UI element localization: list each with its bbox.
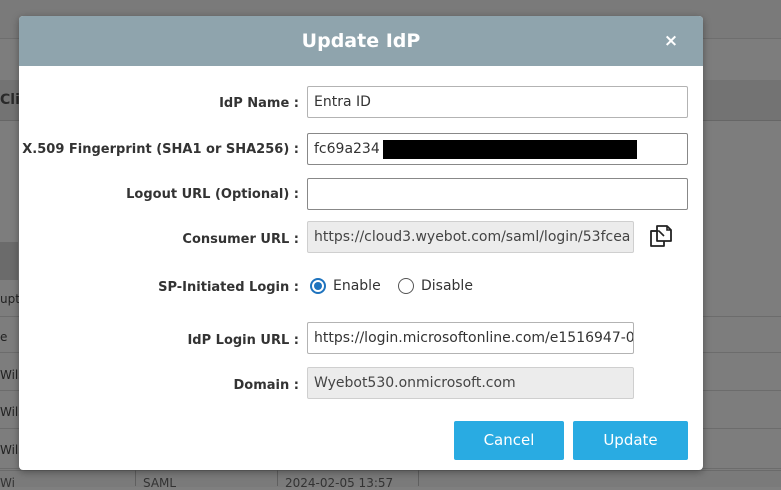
enable-radio-label[interactable]: Enable <box>333 278 381 294</box>
background-bottom-text: SAML <box>143 476 177 490</box>
logout-url-input[interactable] <box>307 178 688 210</box>
idp-login-url-label: IdP Login URL : <box>187 333 299 348</box>
disable-radio-label[interactable]: Disable <box>421 278 473 294</box>
background-tab-text: Cli <box>0 92 20 108</box>
domain-label: Domain : <box>233 378 299 393</box>
enable-radio[interactable] <box>310 278 326 294</box>
background-grid-header <box>0 242 18 280</box>
logout-url-label: Logout URL (Optional) : <box>126 187 299 202</box>
background-column-divider <box>277 470 278 486</box>
fingerprint-input[interactable]: fc69a234 <box>307 133 688 165</box>
fingerprint-value: fc69a234 <box>314 141 380 157</box>
consumer-url-label: Consumer URL : <box>182 232 299 247</box>
disable-radio[interactable] <box>398 278 414 294</box>
fingerprint-label: X.509 Fingerprint (SHA1 or SHA256) : <box>22 142 299 157</box>
update-button[interactable]: Update <box>573 421 688 460</box>
dialog-title: Update IdP <box>301 30 421 52</box>
background-column-divider <box>418 470 419 486</box>
sp-login-label: SP-Initiated Login : <box>158 280 299 295</box>
consumer-url-field: https://cloud3.wyebot.com/saml/login/53f… <box>307 221 634 253</box>
background-bottom-text: Wi <box>0 476 15 490</box>
copy-icon[interactable] <box>647 222 675 250</box>
idp-login-url-input[interactable]: https://login.microsoftonline.com/e15169… <box>307 322 634 354</box>
idp-name-label: IdP Name : <box>219 96 299 111</box>
background-row-text: e <box>0 330 8 344</box>
domain-field: Wyebot530.onmicrosoft.com <box>307 367 634 399</box>
close-icon[interactable]: × <box>663 31 679 51</box>
update-idp-dialog: Update IdP × IdP Name : Entra ID X.509 F… <box>19 16 703 470</box>
cancel-button[interactable]: Cancel <box>454 421 564 460</box>
idp-name-input[interactable]: Entra ID <box>307 86 688 118</box>
background-bottom-text: 2024-02-05 13:57 <box>285 476 394 490</box>
background-column-divider <box>135 470 136 486</box>
dialog-header: Update IdP × <box>19 16 703 66</box>
redaction-bar <box>383 140 637 159</box>
